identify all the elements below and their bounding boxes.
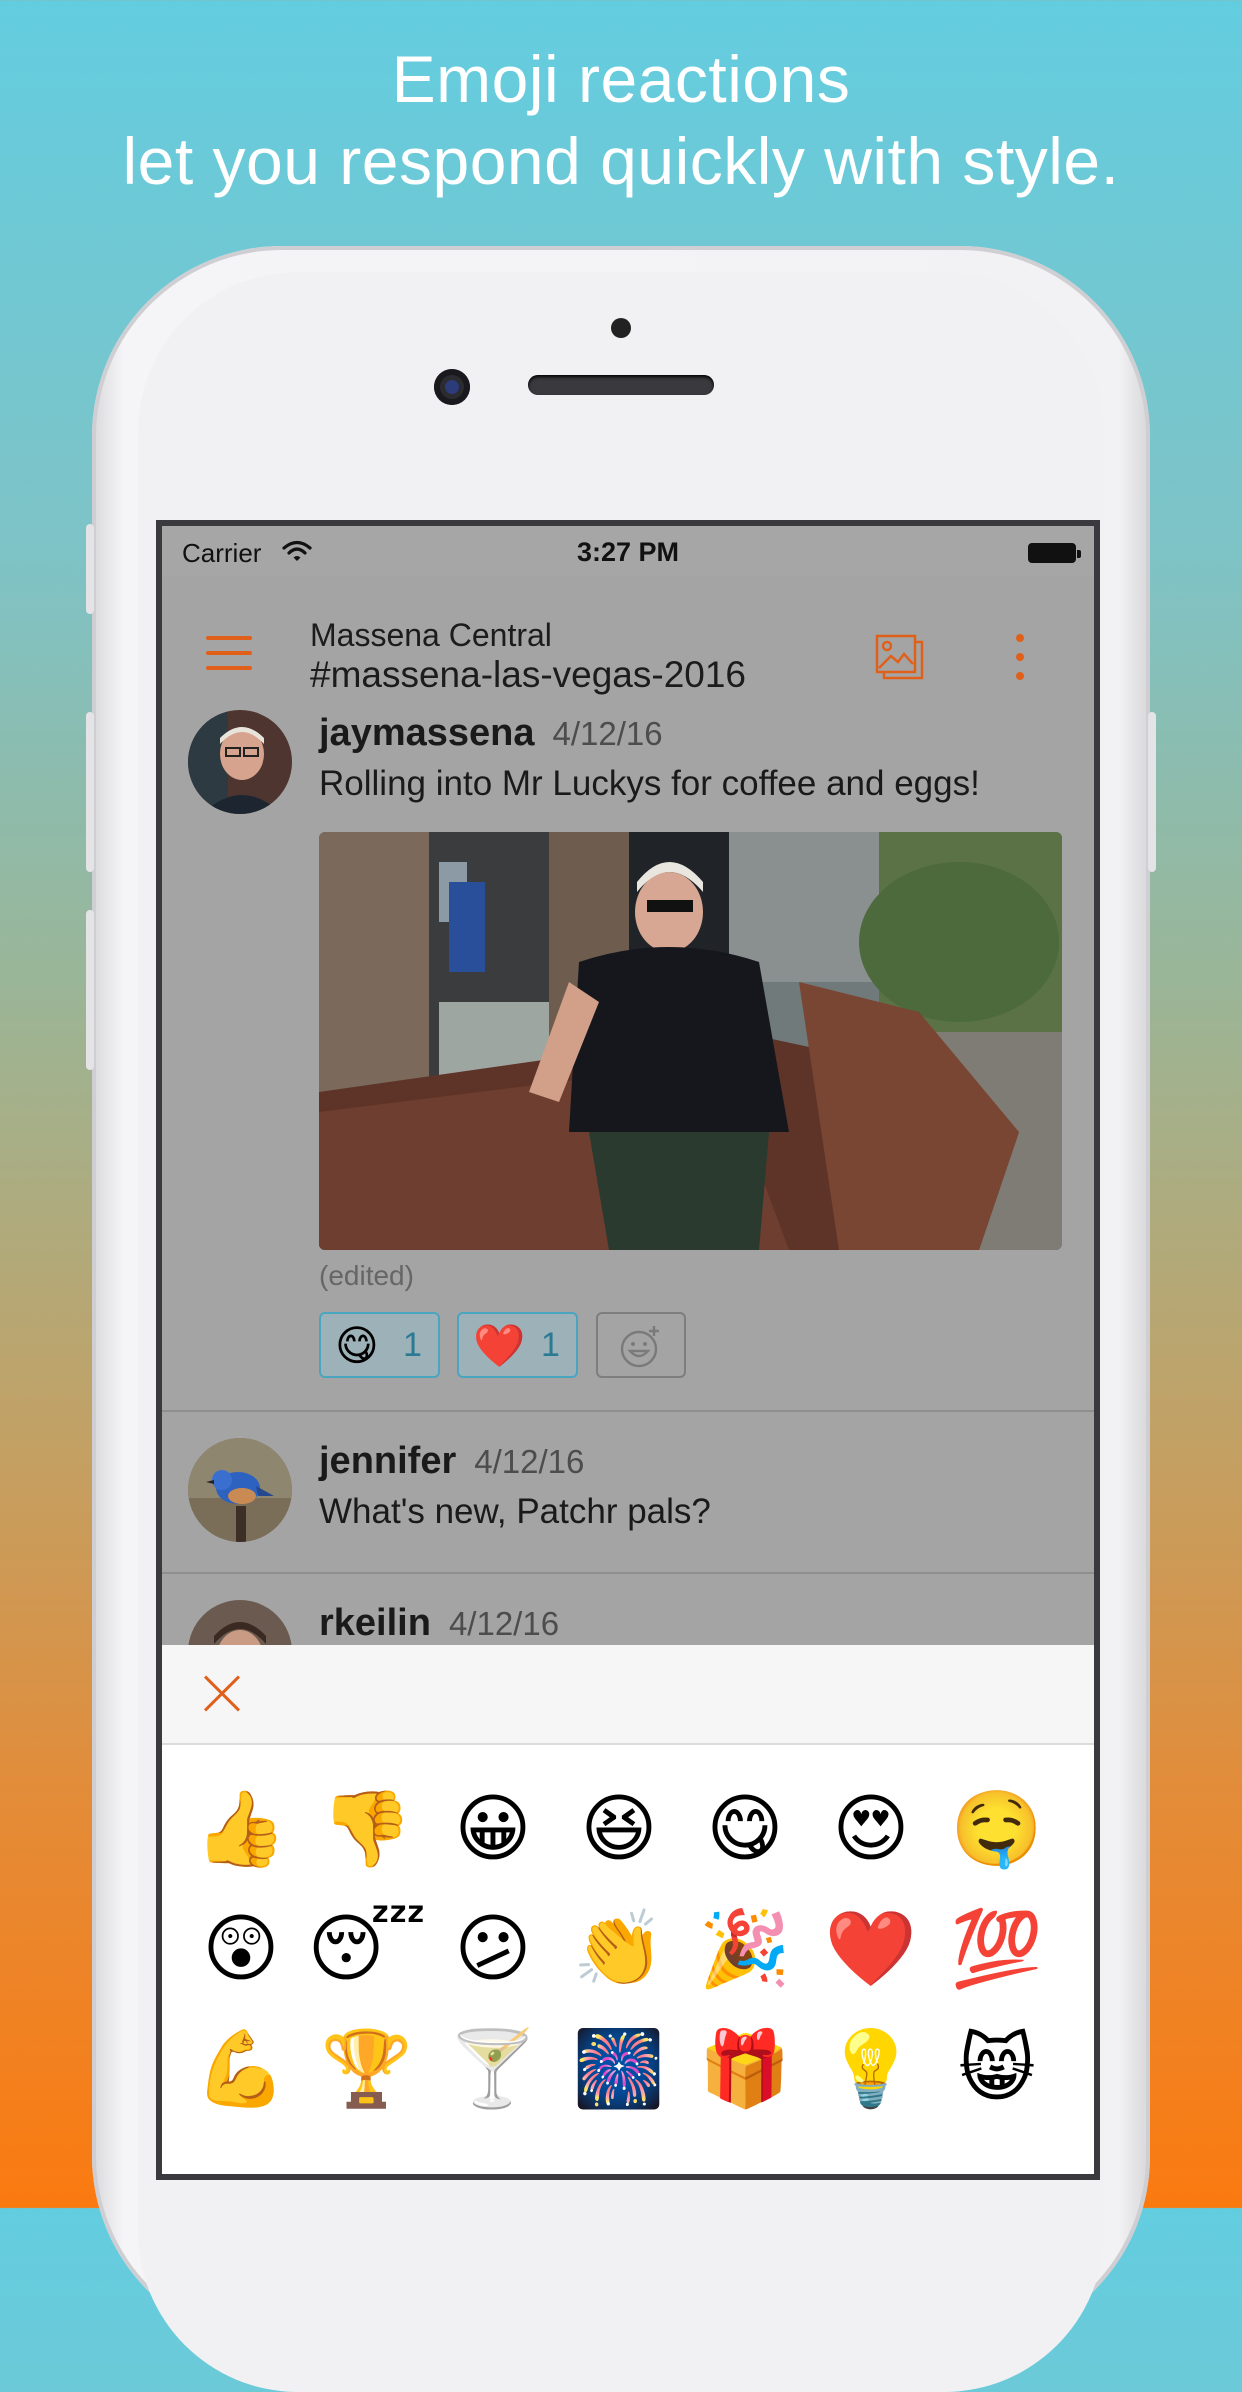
message-photo[interactable]	[319, 832, 1062, 1250]
emoji-option[interactable]: 💪	[178, 2009, 304, 2129]
message-author[interactable]: jaymassena 4/12/16	[319, 712, 663, 755]
app-screen: Carrier 3:27 PM Massena Central #massena…	[156, 520, 1100, 2180]
volume-up-button	[86, 712, 94, 872]
reaction-count: 1	[541, 1326, 560, 1364]
channel-title[interactable]: Massena Central #massena-las-vegas-2016	[310, 616, 746, 696]
reaction-chip[interactable]: ❤️ 1	[457, 1312, 578, 1378]
mute-switch	[86, 524, 94, 614]
hamburger-menu-icon[interactable]	[206, 636, 252, 670]
headline-line-1: Emoji reactions	[391, 42, 851, 116]
avatar[interactable]	[188, 1438, 292, 1542]
nav-bar: Massena Central #massena-las-vegas-2016	[162, 576, 1094, 700]
message-text: Rolling into Mr Luckys for coffee and eg…	[319, 764, 980, 803]
volume-down-button	[86, 910, 94, 1070]
emoji-option[interactable]: 🏆	[304, 2009, 430, 2129]
channel-name: #massena-las-vegas-2016	[310, 654, 747, 695]
message-date: 4/12/16	[448, 1605, 560, 1642]
username: rkeilin	[319, 1602, 431, 1644]
edited-label: (edited)	[319, 1260, 414, 1291]
power-button	[1148, 712, 1156, 872]
group-name: Massena Central	[310, 617, 552, 653]
message-date: 4/12/16	[552, 715, 663, 752]
avatar[interactable]	[188, 710, 292, 814]
reaction-chip[interactable]: 😋 1	[319, 1312, 440, 1378]
emoji-option[interactable]: 😸	[934, 2009, 1060, 2129]
emoji-picker: 👍 👎 😀 😆 😋 😍 🤤 😲 😴 😕 👏 🎉 ❤️ 💯 💪 🏆 🍸 🎆 🎁 💡 😸	[162, 1645, 1094, 2174]
proximity-sensor	[611, 318, 631, 338]
status-bar: Carrier 3:27 PM	[162, 526, 1094, 576]
emoji-option[interactable]: 😲	[178, 1889, 304, 2009]
emoji-option[interactable]: 😕	[430, 1889, 556, 2009]
close-x-icon[interactable]	[202, 1674, 242, 1714]
emoji-option[interactable]: 👍	[178, 1769, 304, 1889]
username: jaymassena	[319, 712, 535, 754]
emoji-option[interactable]: 👏	[556, 1889, 682, 2009]
reaction-count: 1	[403, 1326, 422, 1364]
earpiece-speaker	[528, 375, 714, 395]
reaction-emoji: ❤️	[473, 1322, 526, 1369]
emoji-option[interactable]: 😆	[556, 1769, 682, 1889]
emoji-option[interactable]: 🤤	[934, 1769, 1060, 1889]
emoji-option[interactable]: ❤️	[808, 1889, 934, 2009]
reaction-emoji: 😋	[335, 1322, 379, 1369]
emoji-option[interactable]: 🎉	[682, 1889, 808, 2009]
battery-icon	[1028, 543, 1081, 563]
emoji-option[interactable]: 😴	[304, 1889, 430, 2009]
more-vertical-icon[interactable]	[1014, 634, 1026, 680]
add-reaction-button[interactable]	[596, 1312, 686, 1378]
headline: Emoji reactions let you respond quickly …	[0, 38, 1242, 202]
front-camera	[434, 369, 470, 405]
emoji-option[interactable]: 😍	[808, 1769, 934, 1889]
message-author[interactable]: rkeilin 4/12/16	[319, 1602, 559, 1645]
status-time: 3:27 PM	[576, 537, 680, 567]
headline-line-2: let you respond quickly with style.	[122, 124, 1120, 198]
emoji-option[interactable]: 🎁	[682, 2009, 808, 2129]
message-item: jaymassena 4/12/16 Rolling into Mr Luckys…	[162, 698, 1094, 1410]
message-item: jennifer 4/12/16 What's new, Patchr pals?	[162, 1412, 1094, 1572]
emoji-option[interactable]: 🎆	[556, 2009, 682, 2129]
message-feed[interactable]: jaymassena 4/12/16 Rolling into Mr Luckys…	[162, 698, 1094, 1645]
emoji-option[interactable]: 😋	[682, 1769, 808, 1889]
message-text: What's new, Patchr pals?	[319, 1492, 711, 1531]
message-item: rkeilin 4/12/16	[162, 1574, 1094, 1645]
emoji-option[interactable]: 💡	[808, 2009, 934, 2129]
photo-gallery-icon[interactable]	[874, 632, 926, 684]
emoji-grid: 👍 👎 😀 😆 😋 😍 🤤 😲 😴 😕 👏 🎉 ❤️ 💯 💪 🏆 🍸 🎆 🎁 💡 😸	[178, 1769, 1078, 2129]
emoji-option[interactable]: 👎	[304, 1769, 430, 1889]
add-emoji-icon	[620, 1326, 659, 1368]
emoji-option[interactable]: 💯	[934, 1889, 1060, 2009]
picker-toolbar	[162, 1645, 1094, 1745]
message-author[interactable]: jennifer 4/12/16	[319, 1440, 584, 1483]
avatar[interactable]	[188, 1600, 292, 1645]
emoji-option[interactable]: 🍸	[430, 2009, 556, 2129]
message-date: 4/12/16	[474, 1443, 585, 1480]
username: jennifer	[319, 1440, 457, 1482]
emoji-option[interactable]: 😀	[430, 1769, 556, 1889]
